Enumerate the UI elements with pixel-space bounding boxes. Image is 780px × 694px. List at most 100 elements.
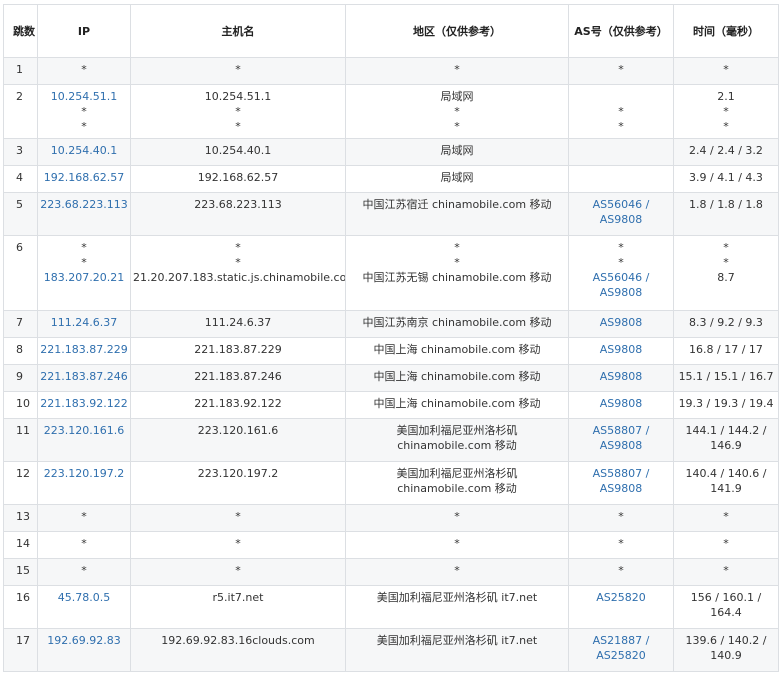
- region-cell: 美国加利福尼亚州洛杉矶 it7.net: [345, 585, 569, 629]
- hostname-cell: 10.254.51.1 * *: [130, 84, 346, 139]
- hop-cell: 11: [3, 418, 38, 462]
- hostname-text: *: [235, 510, 241, 523]
- hostname-text: 21.20.207.183.static.js.chinamobile.com: [133, 271, 346, 284]
- hop-cell: 5: [3, 192, 38, 236]
- hop-cell: 15: [3, 558, 38, 586]
- as-cell: AS58807 / AS9808: [568, 418, 674, 462]
- as-text: *: [618, 564, 624, 577]
- ip-link[interactable]: 223.68.223.113: [40, 197, 128, 212]
- region-text: 中国上海 chinamobile.com 移动: [373, 343, 541, 356]
- region-text: 美国加利福尼亚州洛杉矶 chinamobile.com 移动: [396, 424, 518, 452]
- ip-cell: 10.254.51.1 * *: [37, 84, 131, 139]
- as-link[interactable]: AS58807 / AS9808: [571, 466, 671, 496]
- time-text: 144.1 / 144.2 / 146.9: [685, 424, 767, 452]
- as-cell: *: [568, 531, 674, 559]
- time-cell: 2.4 / 2.4 / 3.2: [673, 138, 779, 166]
- as-link[interactable]: AS9808: [571, 396, 671, 411]
- as-cell: AS9808: [568, 337, 674, 365]
- ip-link[interactable]: 192.168.62.57: [40, 170, 128, 185]
- ip-link[interactable]: 221.183.87.246: [40, 369, 128, 384]
- hop-cell: 2: [3, 84, 38, 139]
- hostname-text: 192.69.92.83.16clouds.com: [161, 634, 315, 647]
- table-row: 13 * * * * *: [3, 504, 779, 532]
- hostname-text: *: [235, 105, 241, 118]
- as-link[interactable]: AS56046 / AS9808: [571, 270, 671, 300]
- header-as: AS号（仅供参考）: [568, 4, 674, 58]
- ip-link[interactable]: 221.183.87.229: [40, 342, 128, 357]
- hostname-text: 223.120.197.2: [197, 467, 279, 480]
- time-cell: 16.8 / 17 / 17: [673, 337, 779, 365]
- hostname-cell: 221.183.92.122: [130, 391, 346, 419]
- ip-link[interactable]: 10.254.51.1: [40, 89, 128, 104]
- table-row: 11 223.120.161.6 223.120.161.6 美国加利福尼亚州洛杉矶 …: [3, 418, 779, 462]
- table-row: 3 10.254.40.1 10.254.40.1 局域网 2.4 / 2.4 / 3…: [3, 138, 779, 166]
- as-text: [571, 170, 671, 185]
- ip-cell: 223.68.223.113: [37, 192, 131, 236]
- ip-text: *: [81, 564, 87, 577]
- table-row: 5 223.68.223.113 223.68.223.113 中国江苏宿迁 chin…: [3, 192, 779, 236]
- region-cell: 局域网: [345, 138, 569, 166]
- region-cell: 美国加利福尼亚州洛杉矶 chinamobile.com 移动: [345, 418, 569, 462]
- hostname-text: 111.24.6.37: [204, 316, 272, 329]
- table-row: 2 10.254.51.1 * * 10.254.51.1 * * 局域网 * * * * 2.1 * *: [3, 84, 779, 139]
- as-cell: AS25820: [568, 585, 674, 629]
- hop-cell: 14: [3, 531, 38, 559]
- ip-text: *: [81, 120, 87, 133]
- time-text: 139.6 / 140.2 / 140.9: [685, 634, 767, 662]
- ip-link[interactable]: 45.78.0.5: [40, 590, 128, 605]
- time-text: *: [723, 256, 729, 269]
- region-text: 中国上海 chinamobile.com 移动: [373, 370, 541, 383]
- hostname-text: r5.it7.net: [212, 591, 264, 604]
- ip-link[interactable]: 10.254.40.1: [40, 143, 128, 158]
- hop-cell: 4: [3, 165, 38, 193]
- time-cell: 156 / 160.1 / 164.4: [673, 585, 779, 629]
- hostname-text: *: [235, 241, 241, 254]
- region-text: 中国上海 chinamobile.com 移动: [373, 397, 541, 410]
- region-text: 中国江苏宿迁 chinamobile.com 移动: [362, 198, 552, 211]
- as-link[interactable]: AS9808: [571, 315, 671, 330]
- as-cell: AS56046 / AS9808: [568, 192, 674, 236]
- region-text: 中国江苏无锡 chinamobile.com 移动: [362, 271, 552, 284]
- hostname-cell: 221.183.87.246: [130, 364, 346, 392]
- time-text: *: [723, 510, 729, 523]
- ip-link[interactable]: 192.69.92.83: [40, 633, 128, 648]
- ip-text: *: [81, 537, 87, 550]
- hostname-text: 10.254.51.1: [204, 90, 272, 103]
- as-text: *: [618, 105, 624, 118]
- region-cell: 中国江苏南京 chinamobile.com 移动: [345, 310, 569, 338]
- region-cell: 局域网 * *: [345, 84, 569, 139]
- time-cell: 144.1 / 144.2 / 146.9: [673, 418, 779, 462]
- as-link[interactable]: AS25820: [571, 590, 671, 605]
- hostname-text: *: [235, 120, 241, 133]
- as-cell: *: [568, 558, 674, 586]
- ip-link[interactable]: 223.120.197.2: [40, 466, 128, 481]
- ip-cell: *: [37, 558, 131, 586]
- hop-cell: 17: [3, 628, 38, 672]
- ip-link[interactable]: 223.120.161.6: [40, 423, 128, 438]
- as-link[interactable]: AS58807 / AS9808: [571, 423, 671, 453]
- region-text: *: [454, 120, 460, 133]
- hop-cell: 6: [3, 235, 38, 311]
- region-text: *: [454, 63, 460, 76]
- table-row: 17 192.69.92.83 192.69.92.83.16clouds.com 美…: [3, 628, 779, 672]
- region-text: 美国加利福尼亚州洛杉矶 chinamobile.com 移动: [396, 467, 518, 495]
- time-text: *: [723, 105, 729, 118]
- ip-link[interactable]: 111.24.6.37: [40, 315, 128, 330]
- as-link[interactable]: AS56046 / AS9808: [571, 197, 671, 227]
- time-cell: 2.1 * *: [673, 84, 779, 139]
- ip-cell: 192.69.92.83: [37, 628, 131, 672]
- ip-cell: 221.183.87.229: [37, 337, 131, 365]
- as-text: [571, 143, 671, 158]
- hostname-cell: *: [130, 531, 346, 559]
- ip-link[interactable]: 221.183.92.122: [40, 396, 128, 411]
- header-hop: 跳数: [3, 4, 38, 58]
- as-link[interactable]: AS9808: [571, 369, 671, 384]
- hostname-text: 223.120.161.6: [197, 424, 279, 437]
- ip-link[interactable]: 183.207.20.21: [40, 270, 128, 285]
- as-text: *: [618, 63, 624, 76]
- hostname-cell: r5.it7.net: [130, 585, 346, 629]
- as-link[interactable]: AS9808: [571, 342, 671, 357]
- hop-cell: 16: [3, 585, 38, 629]
- as-link[interactable]: AS21887 / AS25820: [571, 633, 671, 663]
- ip-cell: 221.183.92.122: [37, 391, 131, 419]
